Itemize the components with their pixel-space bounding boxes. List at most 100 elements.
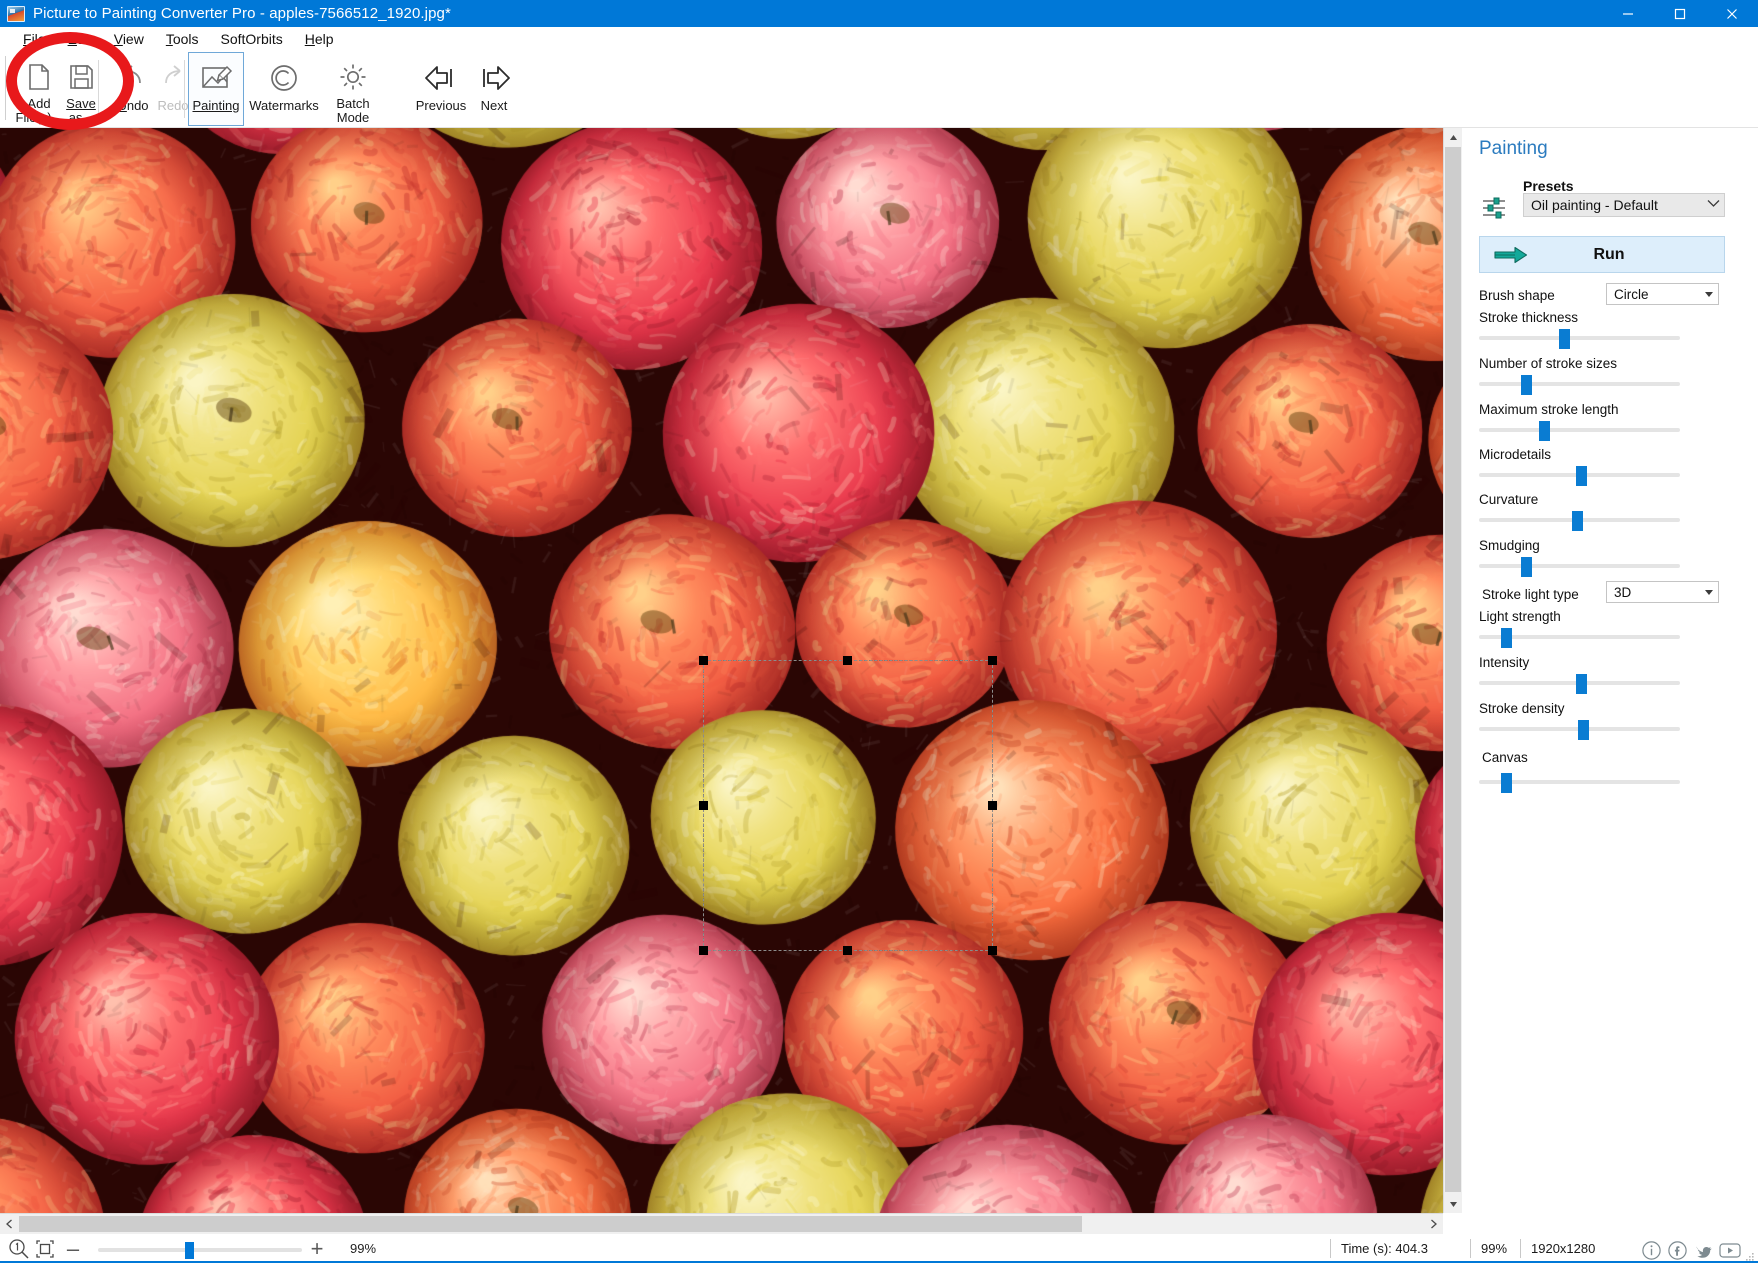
status-zoom: 99% xyxy=(1470,1239,1507,1258)
slider-knob[interactable] xyxy=(1521,375,1532,395)
zoom-slider-knob[interactable] xyxy=(185,1242,194,1259)
slider-knob[interactable] xyxy=(1501,773,1512,793)
horizontal-scrollbar[interactable] xyxy=(0,1213,1443,1234)
slider-knob[interactable] xyxy=(1578,720,1589,740)
menu-view[interactable]: View xyxy=(103,29,155,49)
batch-mode-button[interactable]: BatchMode xyxy=(324,52,382,126)
menu-file[interactable]: File xyxy=(12,29,57,49)
smudging-slider[interactable] xyxy=(1479,558,1680,574)
social-links xyxy=(1639,1238,1742,1262)
slider-knob[interactable] xyxy=(1539,421,1550,441)
zoom-1-to-1-icon[interactable] xyxy=(6,1237,32,1261)
stroke-thickness-slider[interactable] xyxy=(1479,330,1680,346)
microdetails-label: Microdetails xyxy=(1479,447,1551,462)
youtube-icon[interactable] xyxy=(1717,1238,1742,1262)
scroll-up-icon[interactable] xyxy=(1444,128,1462,146)
menu-softorbits[interactable]: SoftOrbits xyxy=(210,29,294,49)
brush-shape-value: Circle xyxy=(1614,287,1649,302)
slider-track xyxy=(1479,564,1680,568)
toolbar: AddFile(s)... Saveas... xyxy=(0,50,1758,128)
slider-knob[interactable] xyxy=(1576,674,1587,694)
selection-handle-bottom-center[interactable] xyxy=(843,946,852,955)
zoom-slider[interactable] xyxy=(98,1238,302,1260)
arrow-right-icon xyxy=(474,58,514,98)
vertical-scrollbar-thumb[interactable] xyxy=(1445,147,1461,1192)
toolbar-separator-1 xyxy=(98,60,99,118)
slider-knob[interactable] xyxy=(1501,628,1512,648)
selection-handle-bottom-right[interactable] xyxy=(988,946,997,955)
status-time: Time (s): 404.3 xyxy=(1330,1239,1428,1258)
maximum-stroke-length-slider[interactable] xyxy=(1479,422,1680,438)
image-canvas-area[interactable] xyxy=(0,128,1443,1213)
app-icon xyxy=(7,6,25,22)
smudging-label: Smudging xyxy=(1479,538,1540,553)
intensity-slider[interactable] xyxy=(1479,675,1680,691)
presets-dropdown[interactable]: Oil painting - Default xyxy=(1523,193,1725,217)
slider-knob[interactable] xyxy=(1559,329,1570,349)
facebook-icon[interactable] xyxy=(1665,1238,1690,1262)
vertical-scrollbar[interactable] xyxy=(1443,128,1462,1213)
painting-pencil-icon xyxy=(198,58,234,98)
close-button[interactable] xyxy=(1706,0,1758,27)
previous-label: Previous xyxy=(416,99,467,113)
fit-to-window-icon[interactable] xyxy=(32,1237,58,1261)
slider-knob[interactable] xyxy=(1521,557,1532,577)
zoom-in-button[interactable]: + xyxy=(302,1241,332,1257)
slider-knob[interactable] xyxy=(1576,466,1587,486)
maximize-button[interactable] xyxy=(1654,0,1706,27)
watermarks-label: Watermarks xyxy=(249,99,319,113)
run-button[interactable]: Run xyxy=(1479,236,1725,273)
menu-tools-rest: ools xyxy=(173,31,199,47)
zoom-slider-track xyxy=(98,1248,302,1252)
scroll-left-icon[interactable] xyxy=(0,1214,19,1234)
selection-handle-middle-left[interactable] xyxy=(699,801,708,810)
canvas-label: Canvas xyxy=(1482,750,1528,765)
microdetails-slider[interactable] xyxy=(1479,467,1680,483)
selection-handle-middle-right[interactable] xyxy=(988,801,997,810)
menu-help-rest: elp xyxy=(315,31,334,47)
scroll-right-icon[interactable] xyxy=(1424,1214,1443,1234)
curvature-label: Curvature xyxy=(1479,492,1538,507)
zoom-out-button[interactable]: – xyxy=(58,1241,88,1257)
light-strength-slider[interactable] xyxy=(1479,629,1680,645)
stroke-light-type-label: Stroke light type xyxy=(1482,587,1579,602)
slider-knob[interactable] xyxy=(1572,511,1583,531)
selection-marquee[interactable] xyxy=(703,660,993,951)
menu-view-rest: iew xyxy=(123,31,144,47)
zoom-percent-label: 99% xyxy=(350,1241,376,1256)
minimize-button[interactable] xyxy=(1602,0,1654,27)
resize-grip-icon[interactable] xyxy=(1745,1250,1755,1260)
canvas-slider[interactable] xyxy=(1479,774,1680,790)
chevron-down-icon xyxy=(1707,199,1720,211)
toolbar-grip xyxy=(5,56,7,120)
run-button-label: Run xyxy=(1528,246,1690,264)
watermarks-button[interactable]: Watermarks xyxy=(246,52,322,126)
stroke-density-slider[interactable] xyxy=(1479,721,1680,737)
menu-tools[interactable]: Tools xyxy=(155,29,210,49)
next-button[interactable]: Next xyxy=(466,52,522,126)
menu-edit[interactable]: Edit xyxy=(57,29,103,49)
painting-button[interactable]: Painting xyxy=(188,52,244,126)
selection-handle-top-left[interactable] xyxy=(699,656,708,665)
menu-help[interactable]: Help xyxy=(294,29,345,49)
scroll-down-icon[interactable] xyxy=(1444,1195,1462,1213)
title-bar: Picture to Painting Converter Pro - appl… xyxy=(0,0,1758,27)
menu-file-rest: ile xyxy=(32,31,46,47)
curvature-slider[interactable] xyxy=(1479,512,1680,528)
selection-handle-bottom-left[interactable] xyxy=(699,946,708,955)
number-of-stroke-sizes-slider[interactable] xyxy=(1479,376,1680,392)
stroke-light-type-value: 3D xyxy=(1614,585,1631,600)
selection-handle-top-center[interactable] xyxy=(843,656,852,665)
twitter-icon[interactable] xyxy=(1691,1238,1716,1262)
presets-label: Presets xyxy=(1523,178,1574,194)
info-icon[interactable] xyxy=(1639,1238,1664,1262)
stroke-light-type-dropdown[interactable]: 3D xyxy=(1606,581,1719,603)
previous-button[interactable]: Previous xyxy=(410,52,472,126)
window-title: Picture to Painting Converter Pro - appl… xyxy=(33,5,451,22)
menu-bar: File Edit View Tools SoftOrbits Help xyxy=(0,27,1758,50)
slider-track xyxy=(1479,382,1680,386)
toolbar-separator-2 xyxy=(184,60,185,118)
horizontal-scrollbar-thumb[interactable] xyxy=(19,1216,1082,1232)
brush-shape-dropdown[interactable]: Circle xyxy=(1606,283,1719,305)
selection-handle-top-right[interactable] xyxy=(988,656,997,665)
